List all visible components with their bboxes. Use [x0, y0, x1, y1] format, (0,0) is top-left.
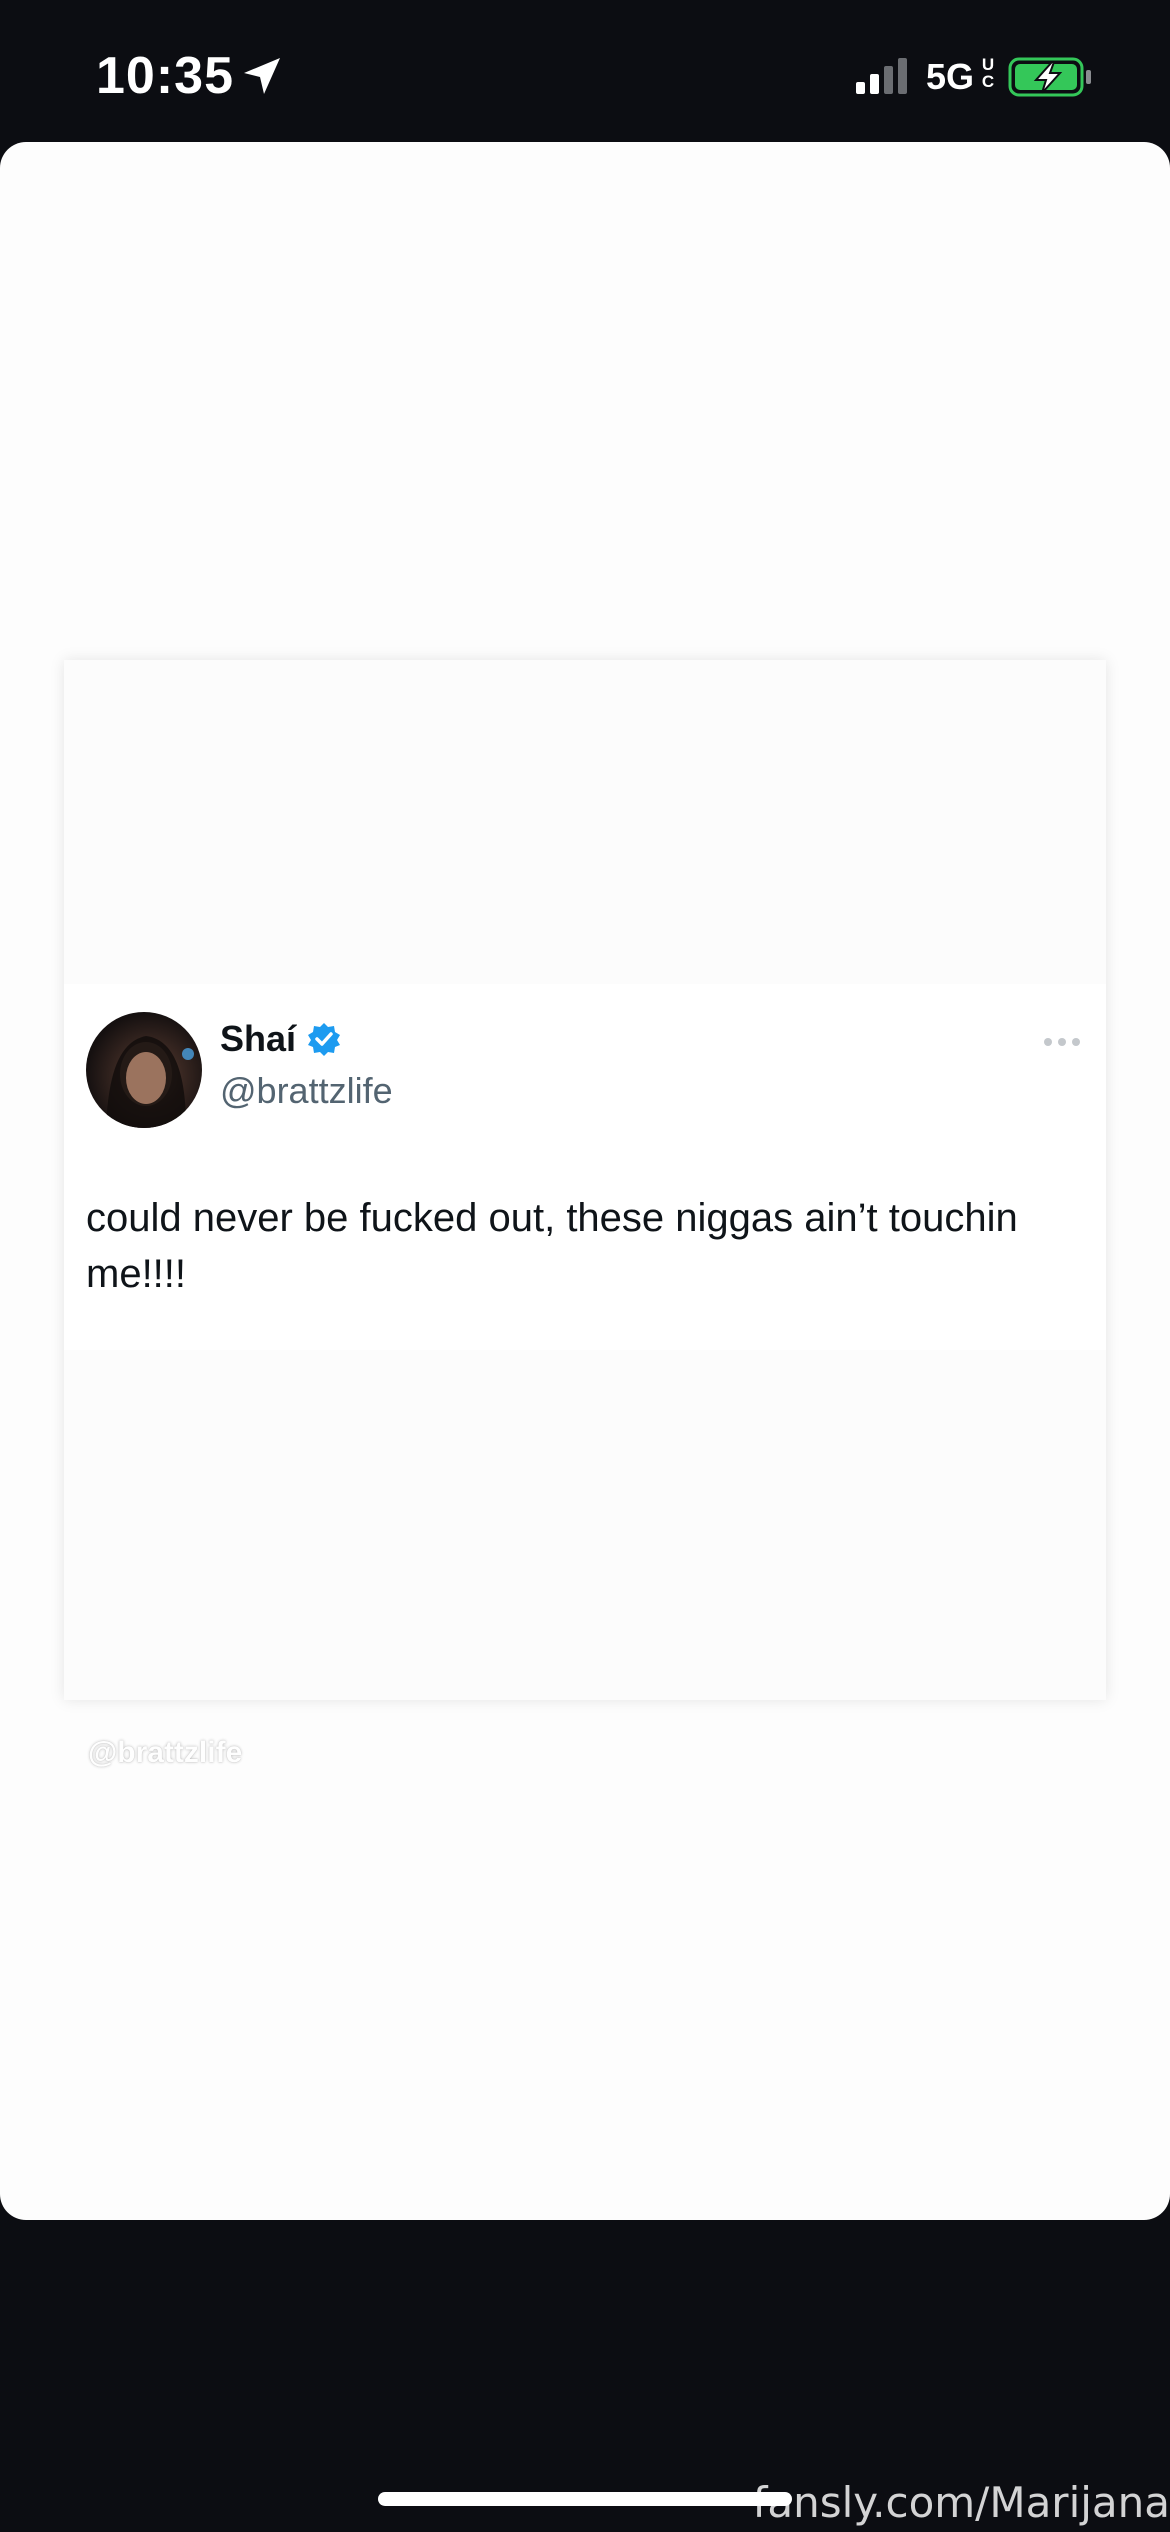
- network-type: 5G: [926, 56, 975, 97]
- avatar-portrait-icon: [106, 1036, 194, 1128]
- signal-icon: [856, 58, 907, 94]
- network-superscript: U C: [981, 55, 995, 91]
- tweet-screenshot: Shaí @brattzlife could never be fucked o…: [64, 660, 1106, 1700]
- status-time: 10:35: [96, 47, 234, 105]
- location-arrow-icon: [244, 58, 280, 94]
- user-handle[interactable]: @brattzlife: [220, 1070, 393, 1112]
- more-options-icon[interactable]: [1042, 1034, 1082, 1050]
- tweet-text: could never be fucked out, these niggas …: [86, 1196, 1018, 1296]
- display-name[interactable]: Shaí: [220, 1018, 296, 1060]
- status-bar: 10:35 5G U C: [0, 0, 1170, 140]
- display-name-row: Shaí: [220, 1018, 342, 1060]
- watermark-handle: @brattzlife: [88, 1736, 243, 1769]
- home-indicator[interactable]: [378, 2492, 792, 2506]
- screenshot-image-card: Shaí @brattzlife could never be fucked o…: [0, 142, 1170, 2220]
- verified-badge-icon: [308, 1023, 341, 1056]
- footer-watermark: fansly.com/Marijana: [752, 2478, 1170, 2527]
- battery-charging-icon: [1008, 57, 1091, 97]
- avatar[interactable]: [86, 1012, 202, 1128]
